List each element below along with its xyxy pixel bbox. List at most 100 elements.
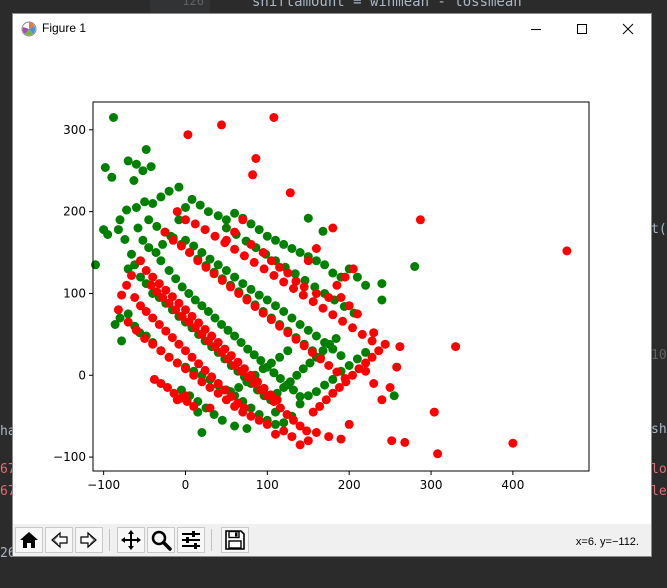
scatter-point — [187, 352, 197, 362]
x-tick-label: 400 — [501, 478, 524, 492]
pan-button[interactable] — [117, 527, 145, 553]
scatter-point — [348, 264, 358, 274]
scatter-point — [189, 401, 199, 411]
scatter-point — [144, 215, 154, 225]
scatter-point — [279, 426, 289, 436]
scatter-point — [129, 176, 139, 185]
scatter-point — [279, 239, 289, 249]
y-tick-label: −100 — [53, 450, 86, 464]
scatter-point — [340, 272, 350, 282]
scatter-point — [299, 282, 309, 292]
back-icon — [51, 531, 68, 549]
scatter-point — [172, 207, 182, 217]
home-button[interactable] — [15, 527, 43, 553]
points-layer — [91, 113, 572, 459]
scatter-point — [177, 282, 187, 292]
scatter-point — [331, 334, 341, 343]
scatter-point — [295, 248, 305, 257]
x-tick-label: 100 — [256, 478, 279, 492]
scatter-point — [395, 342, 405, 352]
scatter-point — [103, 230, 113, 239]
scatter-point — [258, 308, 268, 318]
back-button[interactable] — [45, 527, 73, 553]
scatter-point — [287, 313, 297, 323]
save-button[interactable] — [221, 527, 249, 553]
configure-subplots-button[interactable] — [177, 527, 205, 553]
scatter-point — [369, 379, 379, 388]
scatter-point — [289, 284, 298, 293]
scatter-point — [138, 235, 148, 245]
scatter-point — [279, 307, 289, 316]
scatter-point — [275, 403, 285, 413]
scatter-point — [344, 361, 354, 370]
scatter-point — [283, 346, 293, 356]
navigation-toolbar: x=6. y=−112. — [13, 524, 651, 556]
scatter-point — [154, 279, 164, 289]
scatter-point — [226, 351, 236, 361]
maximize-button[interactable] — [559, 14, 605, 44]
figure-canvas[interactable]: −100 0 100 200 300 400 −100 0 100 200 300 — [13, 44, 651, 524]
scatter-point — [200, 325, 210, 334]
scatter-point — [311, 256, 321, 266]
scatter-point — [174, 182, 184, 192]
scatter-point — [250, 302, 260, 311]
x-tick-label: −100 — [87, 478, 120, 492]
scatter-point — [110, 320, 120, 329]
scatter-point — [392, 362, 402, 372]
scatter-point — [127, 271, 136, 280]
scatter-point — [332, 280, 342, 290]
scatter-point — [279, 418, 289, 428]
scatter-point — [190, 219, 200, 229]
scatter-point — [117, 336, 127, 346]
forward-button[interactable] — [75, 527, 103, 553]
scatter-point — [259, 264, 269, 274]
scatter-point — [171, 274, 181, 284]
scatter-point — [213, 211, 223, 221]
scatter-point — [113, 305, 123, 315]
scatter-point — [205, 403, 215, 413]
y-tick-label: 100 — [63, 286, 86, 300]
scatter-point — [230, 272, 240, 282]
scatter-point — [201, 262, 211, 272]
scatter-point — [131, 203, 141, 212]
scatter-plot[interactable]: −100 0 100 200 300 400 −100 0 100 200 300 — [13, 44, 651, 524]
scatter-point — [148, 313, 158, 323]
scatter-point — [167, 333, 177, 343]
scatter-point — [262, 419, 272, 429]
scatter-point — [271, 429, 280, 439]
close-button[interactable] — [605, 14, 651, 44]
scatter-point — [109, 113, 118, 122]
scatter-point — [303, 325, 313, 335]
scatter-point — [239, 403, 249, 413]
scatter-point — [269, 113, 279, 122]
scatter-point — [187, 194, 197, 204]
scatter-point — [262, 231, 272, 241]
title-bar[interactable]: Figure 1 — [13, 14, 651, 44]
window-title: Figure 1 — [42, 21, 87, 35]
scatter-point — [311, 289, 321, 298]
scatter-point — [217, 275, 227, 285]
minimize-button[interactable] — [513, 14, 559, 44]
scatter-point — [167, 292, 177, 302]
scatter-point — [352, 272, 362, 282]
scatter-point — [181, 346, 190, 356]
scatter-point — [451, 342, 461, 352]
scatter-point — [246, 239, 256, 249]
console-fragment: le — [651, 484, 667, 499]
scatter-point — [266, 256, 276, 266]
scatter-point — [307, 347, 317, 357]
scatter-point — [236, 338, 246, 347]
pan-icon — [121, 530, 141, 550]
scatter-point — [123, 317, 133, 327]
scatter-point — [200, 225, 210, 235]
scatter-point — [207, 331, 217, 341]
scatter-point — [328, 344, 338, 354]
scatter-point — [144, 243, 154, 253]
zoom-button[interactable] — [147, 527, 175, 553]
scatter-point — [336, 351, 346, 361]
scatter-point — [156, 256, 166, 266]
scatter-point — [220, 238, 230, 248]
scatter-point — [189, 370, 199, 380]
scatter-point — [311, 244, 321, 253]
scatter-point — [316, 354, 325, 364]
